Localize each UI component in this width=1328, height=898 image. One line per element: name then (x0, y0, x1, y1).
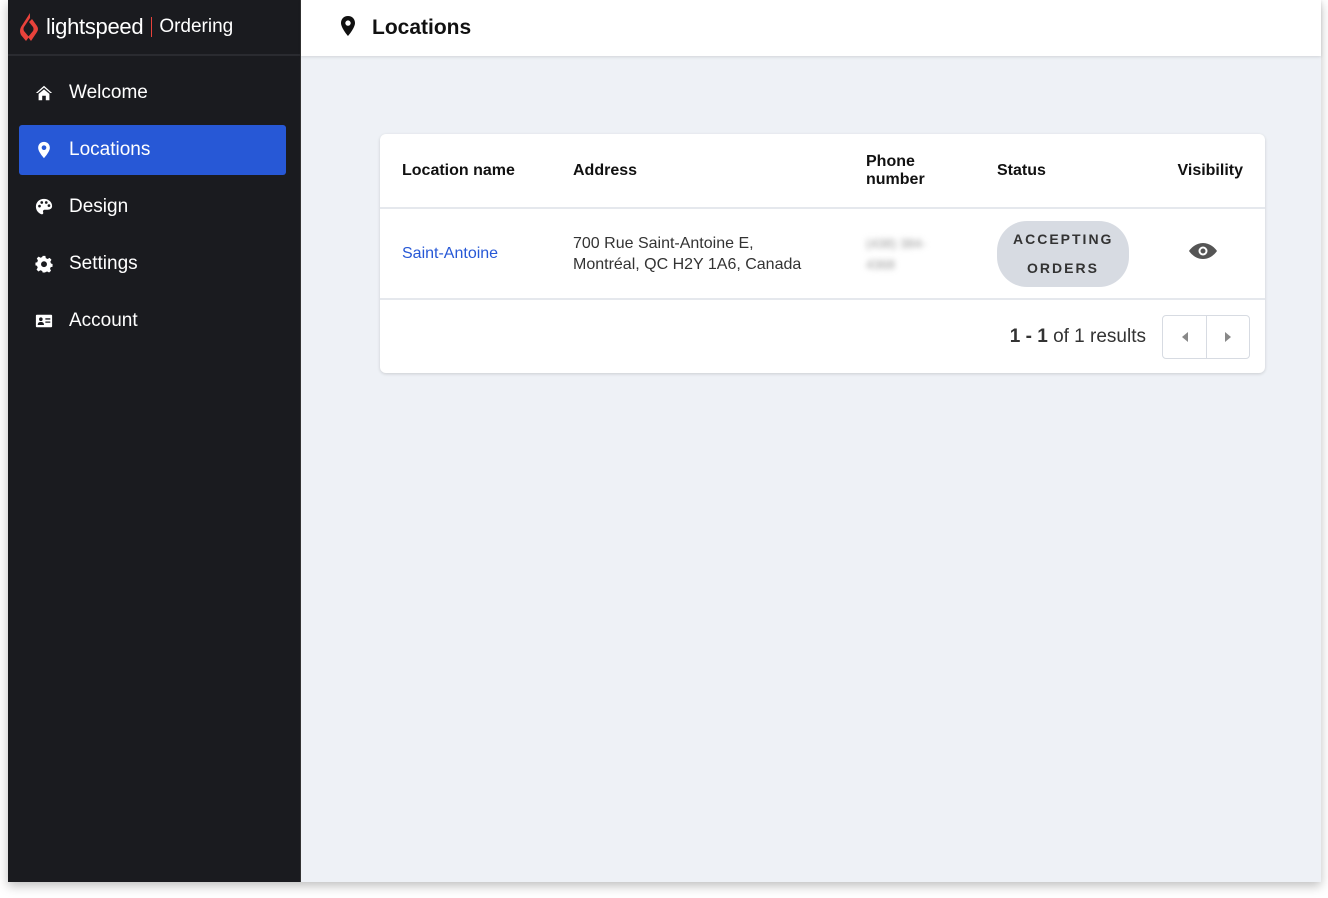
caret-left-icon (1181, 331, 1188, 342)
brand-divider (151, 17, 153, 37)
content-area: Location name Address Phone number Status… (301, 56, 1321, 882)
location-name-link[interactable]: Saint-Antoine (402, 245, 498, 262)
next-page-button[interactable] (1206, 315, 1249, 358)
main-area: Locations Location name Address Phone num… (301, 0, 1321, 882)
locations-table: Location name Address Phone number Status… (380, 134, 1265, 298)
column-header-visibility: Visibility (1177, 161, 1243, 179)
address-line2: Montréal, QC H2Y 1A6, Canada (573, 255, 802, 273)
brand-product: Ordering (159, 16, 234, 37)
table-footer: 1 - 1 of 1 results (380, 298, 1265, 373)
previous-page-button[interactable] (1163, 316, 1206, 358)
caret-right-icon (1225, 331, 1231, 342)
sidebar-item-label: Account (69, 310, 138, 331)
app-window: lightspeed Ordering Welcome Locations De… (8, 0, 1321, 882)
status-cell: ACCEPTING ORDERS (975, 207, 1150, 298)
sidebar-item-locations[interactable]: Locations (19, 125, 286, 175)
column-header-location-name: Location name (402, 161, 515, 179)
sidebar-nav: Welcome Locations Design Settings Accoun… (8, 56, 300, 353)
brand-header: lightspeed Ordering (8, 0, 300, 56)
map-pin-icon (340, 15, 356, 41)
sidebar-item-welcome[interactable]: Welcome (19, 68, 286, 118)
column-header-phone-number: Phone number (866, 152, 925, 188)
pagination-controls (1162, 314, 1250, 359)
locations-table-card: Location name Address Phone number Status… (380, 134, 1265, 373)
sidebar-item-label: Design (69, 196, 129, 217)
sidebar-item-label: Locations (69, 139, 151, 160)
column-header-status: Status (997, 161, 1046, 179)
page-header: Locations (301, 0, 1321, 56)
lightspeed-flame-icon (20, 13, 38, 41)
sidebar-item-label: Welcome (69, 82, 148, 103)
status-badge: ACCEPTING ORDERS (997, 220, 1129, 287)
sidebar-item-label: Settings (69, 253, 138, 274)
visibility-cell (1150, 207, 1265, 298)
eye-icon[interactable] (1188, 242, 1218, 265)
map-pin-icon (34, 140, 54, 160)
brand-name: lightspeed (46, 14, 144, 39)
sidebar-item-settings[interactable]: Settings (19, 239, 286, 289)
sidebar-item-design[interactable]: Design (19, 182, 286, 232)
table-header-row: Location name Address Phone number Status… (380, 134, 1265, 208)
pagination-range: 1 - 1 (1009, 325, 1048, 347)
phone-line1: (438) 384- (866, 235, 926, 251)
gear-icon (34, 254, 54, 274)
page-title: Locations (372, 16, 472, 39)
sidebar-item-account[interactable]: Account (19, 296, 286, 346)
pagination-total: of 1 results (1053, 325, 1146, 347)
pagination-summary: 1 - 1 of 1 results (1010, 326, 1146, 348)
home-icon (34, 83, 54, 103)
phone-line2: 4368 (866, 256, 895, 272)
address-line1: 700 Rue Saint-Antoine E, (573, 234, 754, 252)
column-header-address: Address (573, 161, 638, 179)
address-cell: 700 Rue Saint-Antoine E, Montréal, QC H2… (551, 207, 844, 298)
sidebar: lightspeed Ordering Welcome Locations De… (8, 0, 301, 882)
palette-icon (34, 197, 54, 217)
phone-cell: (438) 384- 4368 (844, 207, 975, 298)
table-row: Saint-Antoine 700 Rue Saint-Antoine E, M… (380, 207, 1265, 298)
id-card-icon (34, 311, 54, 331)
